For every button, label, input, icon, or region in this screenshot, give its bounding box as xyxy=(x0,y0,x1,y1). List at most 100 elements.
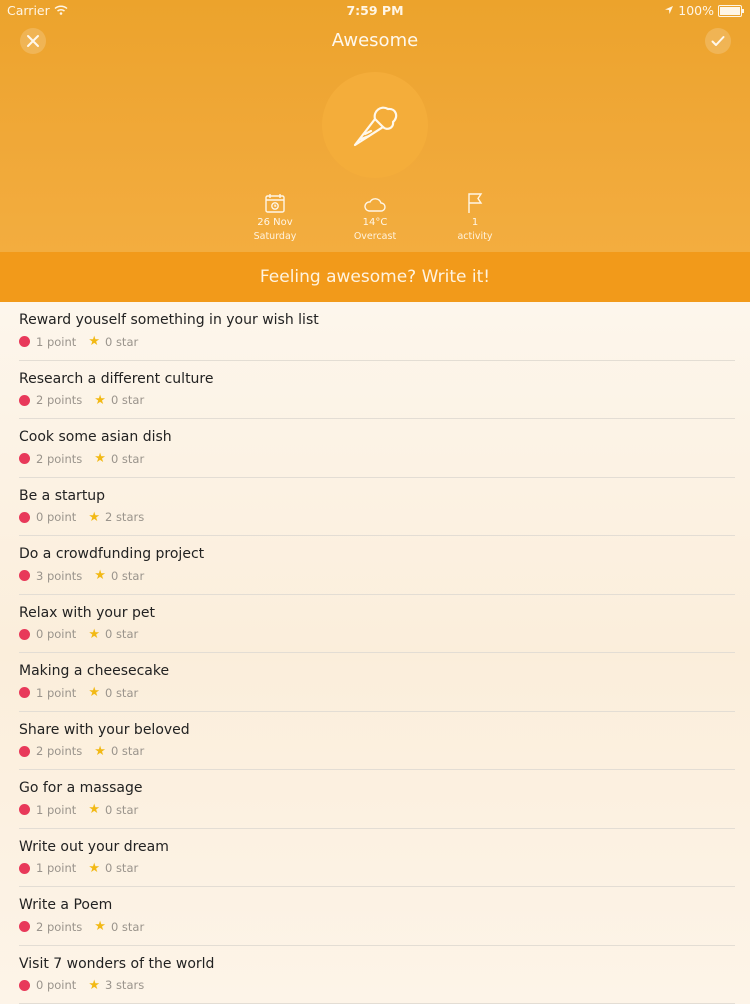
list-item[interactable]: Cook some asian dish 2 points ★ 0 star xyxy=(19,419,735,478)
date-value: 26 Nov xyxy=(230,217,320,228)
list-item[interactable]: Visit 7 wonders of the world 0 point ★ 3 st… xyxy=(19,946,735,1004)
points-dot-icon xyxy=(19,336,30,347)
check-icon xyxy=(711,35,725,47)
points-label: 1 point xyxy=(36,686,76,700)
ice-cream-cone-icon xyxy=(347,97,403,153)
battery-percent: 100% xyxy=(678,3,714,18)
points-dot-icon xyxy=(19,980,30,991)
cloud-icon xyxy=(363,196,387,214)
list-item[interactable]: Relax with your pet 0 point ★ 0 star xyxy=(19,595,735,654)
item-title: Do a crowdfunding project xyxy=(19,546,204,562)
points-label: 2 points xyxy=(36,744,82,758)
stars-label: 0 star xyxy=(105,627,138,641)
list-item[interactable]: Share with your beloved 2 points ★ 0 star xyxy=(19,712,735,771)
item-title: Visit 7 wonders of the world xyxy=(19,956,214,972)
points-label: 0 point xyxy=(36,978,76,992)
weekday-value: Saturday xyxy=(230,231,320,242)
points-dot-icon xyxy=(19,512,30,523)
points-label: 2 points xyxy=(36,920,82,934)
star-icon: ★ xyxy=(88,978,100,993)
star-icon: ★ xyxy=(88,861,100,876)
list-item[interactable]: Write a Poem 2 points ★ 0 star xyxy=(19,887,735,946)
item-meta: 2 points★0 star xyxy=(19,393,144,408)
points-dot-icon xyxy=(19,804,30,815)
star-icon: ★ xyxy=(94,568,106,583)
points-label: 2 points xyxy=(36,393,82,407)
activity-list: Reward youself something in your wish li… xyxy=(0,302,750,1004)
star-icon: ★ xyxy=(88,510,100,525)
item-meta: 0 point ★ 0 star xyxy=(19,627,138,642)
points-label: 0 point xyxy=(36,510,76,524)
stars-label: 0 star xyxy=(111,452,144,466)
star-icon: ★ xyxy=(94,744,106,759)
list-item[interactable]: Making a cheesecake1 point★0 star xyxy=(19,653,735,712)
star-icon: ★ xyxy=(88,802,100,817)
header: Carrier 7:59 PM 100% Awesome xyxy=(0,0,750,252)
points-label: 1 point xyxy=(36,861,76,875)
weather-condition: Overcast xyxy=(330,231,420,242)
stars-label: 0 star xyxy=(111,393,144,407)
status-bar: Carrier 7:59 PM 100% xyxy=(0,0,750,22)
stars-label: 0 star xyxy=(105,686,138,700)
points-dot-icon xyxy=(19,921,30,932)
item-title: Write out your dream xyxy=(19,839,169,855)
stars-label: 2 stars xyxy=(105,510,144,524)
date-info: 26 Nov Saturday xyxy=(230,190,320,242)
item-title: Relax with your pet xyxy=(19,605,155,621)
activity-label: activity xyxy=(430,231,520,242)
star-icon: ★ xyxy=(94,919,106,934)
item-meta: 2 points ★ 0 star xyxy=(19,451,144,466)
item-title: Research a different culture xyxy=(19,371,214,387)
stars-label: 0 star xyxy=(111,744,144,758)
calendar-icon xyxy=(264,192,286,214)
item-meta: 2 points ★ 0 star xyxy=(19,919,144,934)
points-dot-icon xyxy=(19,629,30,640)
item-title: Go for a massage xyxy=(19,780,142,796)
item-title: Cook some asian dish xyxy=(19,429,172,445)
stars-label: 0 star xyxy=(105,861,138,875)
item-meta: 1 point★0 star xyxy=(19,802,138,817)
item-meta: 3 points★0 star xyxy=(19,568,144,583)
list-item[interactable]: Do a crowdfunding project3 points★0 star xyxy=(19,536,735,595)
list-item[interactable]: Go for a massage1 point★0 star xyxy=(19,770,735,829)
points-dot-icon xyxy=(19,453,30,464)
list-item[interactable]: Research a different culture 2 points★0 s… xyxy=(19,361,735,420)
temperature-value: 14°C xyxy=(330,217,420,228)
list-item[interactable]: Reward youself something in your wish li… xyxy=(19,302,735,361)
stars-label: 3 stars xyxy=(105,978,144,992)
write-entry-button[interactable]: Feeling awesome? Write it! xyxy=(0,252,750,302)
points-dot-icon xyxy=(19,746,30,757)
mood-icon-button[interactable] xyxy=(322,72,428,178)
star-icon: ★ xyxy=(94,451,106,466)
flag-icon xyxy=(465,192,485,214)
points-label: 2 points xyxy=(36,452,82,466)
item-meta: 1 point ★ 0 star xyxy=(19,861,138,876)
clock: 7:59 PM xyxy=(0,3,750,18)
stars-label: 0 star xyxy=(111,920,144,934)
confirm-button[interactable] xyxy=(705,28,731,54)
list-item[interactable]: Write out your dream 1 point ★ 0 star xyxy=(19,829,735,888)
item-title: Share with your beloved xyxy=(19,722,190,738)
points-dot-icon xyxy=(19,570,30,581)
points-label: 3 points xyxy=(36,569,82,583)
star-icon: ★ xyxy=(88,334,100,349)
item-title: Write a Poem xyxy=(19,897,112,913)
points-label: 1 point xyxy=(36,803,76,817)
weather-info: 14°C Overcast xyxy=(330,190,420,242)
points-dot-icon xyxy=(19,395,30,406)
battery-icon xyxy=(718,5,742,17)
item-meta: 0 point ★ 2 stars xyxy=(19,510,144,525)
item-meta: 2 points ★ 0 star xyxy=(19,744,144,759)
activity-info: 1 activity xyxy=(430,190,520,242)
points-label: 1 point xyxy=(36,335,76,349)
location-arrow-icon xyxy=(664,3,674,18)
star-icon: ★ xyxy=(88,627,100,642)
points-dot-icon xyxy=(19,687,30,698)
item-title: Be a startup xyxy=(19,488,105,504)
item-meta: 1 point★0 star xyxy=(19,685,138,700)
points-label: 0 point xyxy=(36,627,76,641)
page-title: Awesome xyxy=(0,30,750,51)
stars-label: 0 star xyxy=(105,335,138,349)
list-item[interactable]: Be a startup 0 point ★ 2 stars xyxy=(19,478,735,537)
activity-count: 1 xyxy=(430,217,520,228)
